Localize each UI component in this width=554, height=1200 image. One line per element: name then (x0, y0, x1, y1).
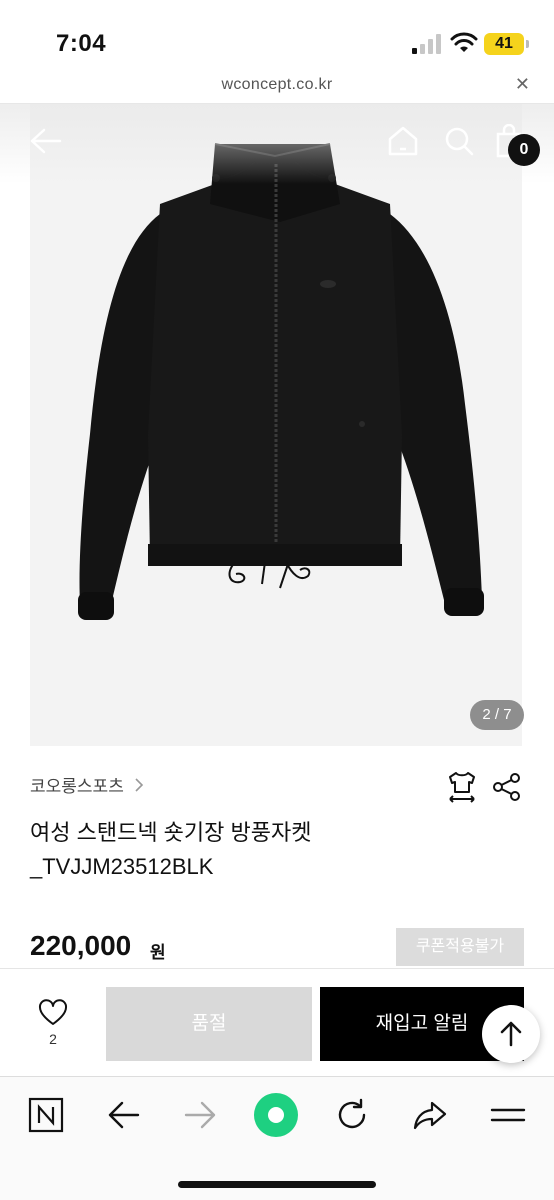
cellular-signal-icon (412, 34, 441, 54)
naver-n-icon[interactable] (28, 1097, 64, 1133)
like-count: 2 (49, 1031, 57, 1047)
back-arrow-icon[interactable] (28, 126, 62, 156)
browser-toolbar (0, 1076, 554, 1200)
image-page-indicator: 2 / 7 (470, 700, 524, 730)
scroll-to-top-button[interactable] (482, 1005, 540, 1063)
size-guide-icon[interactable] (446, 770, 478, 804)
brand-name[interactable]: 코오롱스포츠 (30, 772, 124, 797)
home-icon[interactable] (386, 124, 420, 158)
url-bar[interactable]: wconcept.co.kr ✕ (0, 68, 554, 104)
product-title: 여성 스탠드넥 숏기장 방풍자켓 _TVJJM23512BLK (30, 816, 450, 884)
product-title-line1: 여성 스탠드넥 숏기장 방풍자켓 (30, 820, 312, 845)
soldout-button[interactable]: 품절 (106, 987, 312, 1061)
share-icon[interactable] (492, 772, 522, 802)
wifi-icon (450, 32, 478, 52)
status-bar: 7:04 41 (0, 0, 554, 68)
search-icon[interactable] (442, 124, 476, 158)
product-image-carousel[interactable]: 0 2 / 7 (0, 104, 554, 746)
purchase-bar: 2 품절 재입고 알림 (0, 968, 554, 1076)
product-title-line2: _TVJJM23512BLK (30, 854, 214, 879)
coupon-unavailable-button[interactable]: 쿠폰적용불가 (396, 928, 524, 966)
green-dot-icon[interactable] (252, 1091, 300, 1139)
cart-count-badge[interactable]: 0 (508, 134, 540, 166)
price-unit: 원 (150, 943, 166, 962)
battery-indicator: 41 (484, 33, 524, 55)
product-jacket-image (78, 143, 484, 620)
heart-icon[interactable] (38, 999, 68, 1027)
close-icon[interactable]: ✕ (515, 74, 530, 95)
menu-icon[interactable] (490, 1097, 526, 1133)
battery-tip (526, 40, 529, 48)
arrow-up-icon (500, 1021, 522, 1047)
chevron-right-icon (135, 777, 144, 792)
forward-icon[interactable] (182, 1097, 218, 1133)
like-button[interactable]: 2 (30, 999, 76, 1055)
reload-icon[interactable] (334, 1097, 370, 1133)
url-text[interactable]: wconcept.co.kr (0, 76, 554, 94)
share-arrow-icon[interactable] (412, 1097, 448, 1133)
product-price: 220,000 (30, 930, 132, 961)
home-indicator (178, 1181, 376, 1188)
brand-link[interactable]: 코오롱스포츠 (30, 772, 144, 796)
status-time: 7:04 (56, 30, 107, 57)
back-icon[interactable] (106, 1097, 142, 1133)
